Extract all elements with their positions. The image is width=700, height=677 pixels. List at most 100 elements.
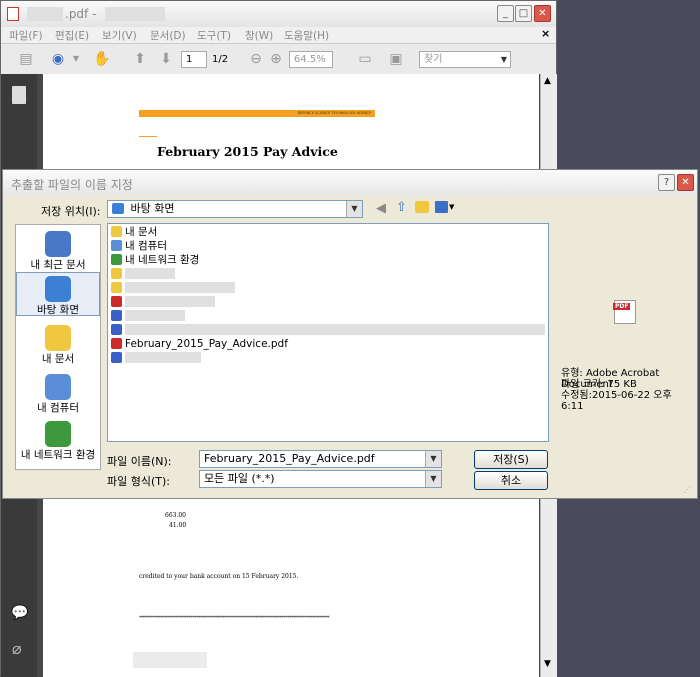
resize-grip-icon[interactable]: ⋰ (683, 485, 691, 494)
print-icon[interactable]: ▤ (17, 50, 35, 68)
amount-2: 41.00 (169, 522, 187, 529)
filename-dropdown-icon[interactable]: ▼ (425, 451, 441, 467)
zoom-out-icon[interactable]: ⊖ (247, 50, 265, 68)
zip-icon (111, 310, 122, 321)
preview-pdf-label: PDF (613, 303, 631, 310)
full-screen-icon[interactable]: ▣ (387, 50, 405, 68)
star-line: ****************************************… (139, 615, 330, 621)
view-menu-dropdown-icon[interactable]: ▼ (449, 203, 454, 211)
blurred-file-name (125, 310, 185, 321)
next-page-icon[interactable]: ⬇ (157, 50, 175, 68)
blurred-file-name (125, 268, 175, 279)
chevron-down-icon[interactable]: ▼ (67, 50, 85, 68)
filetype-label: 파일 형식(T): (107, 475, 170, 488)
filename-input[interactable]: February_2015_Pay_Advice.pdf ▼ (199, 450, 442, 468)
close-document-icon[interactable]: × (541, 27, 550, 40)
place-my-computer[interactable]: 내 컴퓨터 (16, 374, 100, 415)
list-item[interactable]: 내 문서 (111, 226, 157, 239)
place-desktop[interactable]: 바탕 화면 (16, 272, 100, 316)
place-recent[interactable]: 내 최근 문서 (16, 231, 100, 272)
page-total: 1/2 (212, 54, 229, 65)
scroll-up-icon[interactable]: ▲ (544, 76, 551, 86)
blurred-file-name (125, 296, 215, 307)
view-menu-icon[interactable] (435, 201, 448, 213)
menu-edit[interactable]: 편집(E) (55, 28, 89, 43)
previous-page-icon[interactable]: ⬆ (131, 50, 149, 68)
menu-bar: 파일(F) 편집(E) 보기(V) 문서(D) 도구(T) 창(W) 도움말(H… (1, 27, 556, 43)
file-name: February_2015_Pay_Advice.pdf (125, 338, 288, 350)
find-dropdown-icon[interactable]: ▼ (501, 52, 507, 67)
list-item[interactable] (111, 282, 235, 295)
scroll-down-icon[interactable]: ▼ (544, 659, 551, 669)
save-button[interactable]: 저장(S) (474, 450, 548, 469)
file-name: 내 네트워크 환경 (125, 254, 200, 266)
pages-icon[interactable] (12, 86, 26, 104)
menu-tools[interactable]: 도구(T) (197, 28, 231, 43)
folder-documents-icon (111, 226, 122, 237)
preview-pdf-icon: PDF (613, 300, 636, 324)
file-list: 내 문서 내 컴퓨터 내 네트워크 환경 February_2015_Pay_A… (107, 223, 549, 442)
list-item[interactable] (111, 268, 175, 281)
cancel-button[interactable]: 취소 (474, 471, 548, 490)
save-in-combo[interactable]: 바탕 화면 ▼ (107, 200, 363, 218)
preview-modified: 수정됨:2015-06-22 오후 6:11 (561, 390, 672, 412)
credited-text: credited to your bank account on 15 Febr… (139, 573, 299, 580)
file-name: 내 문서 (125, 226, 158, 238)
list-item[interactable]: February_2015_Pay_Advice.pdf (111, 338, 288, 351)
list-item[interactable] (111, 296, 215, 309)
help-button[interactable]: ? (658, 174, 675, 191)
zip-icon (111, 324, 122, 335)
blurred-footer (133, 652, 207, 668)
places-bar: 내 최근 문서 바탕 화면 내 문서 내 컴퓨터 내 네트워크 환경 (15, 224, 101, 470)
list-item[interactable]: 내 컴퓨터 (111, 240, 167, 253)
folder-icon (111, 282, 122, 293)
place-label: 내 문서 (41, 353, 75, 365)
list-item[interactable] (111, 352, 201, 365)
save-in-dropdown-icon[interactable]: ▼ (346, 201, 362, 217)
maximize-button[interactable]: □ (515, 5, 532, 22)
close-button[interactable]: ✕ (534, 5, 551, 22)
desktop-icon (45, 276, 71, 302)
menu-view[interactable]: 보기(V) (102, 28, 137, 43)
menu-file[interactable]: 파일(F) (9, 28, 43, 43)
page-banner: DEFENCE SCIENCE TECHNOLOGY AGENCY (139, 110, 375, 117)
dialog-title-bar: 추출할 파일의 이름 지정 ? ✕ (3, 170, 697, 196)
list-item[interactable] (111, 324, 545, 337)
filetype-dropdown-icon[interactable]: ▼ (425, 471, 441, 487)
filetype-select[interactable]: 모든 파일 (*.*) ▼ (199, 470, 442, 488)
minimize-button[interactable]: _ (497, 5, 514, 22)
comments-icon[interactable]: 💬 (11, 605, 28, 621)
preview-size: 파일 크기: 75 KB (561, 379, 637, 390)
new-folder-icon[interactable] (415, 201, 429, 213)
page-number-input[interactable]: 1 (181, 51, 207, 68)
window-title: .pdf - (65, 7, 97, 21)
zip-icon (111, 352, 122, 363)
dialog-close-button[interactable]: ✕ (677, 174, 694, 191)
filetype-value: 모든 파일 (*.*) (204, 472, 275, 485)
pdf-app-icon (7, 7, 19, 21)
zoom-in-icon[interactable]: ⊕ (267, 50, 285, 68)
save-as-dialog: 추출할 파일의 이름 지정 ? ✕ 저장 위치(I): 바탕 화면 ▼ ◀ ⇧ … (2, 169, 698, 499)
zoom-input[interactable]: 64.5% (289, 51, 333, 68)
fit-page-icon[interactable]: ▭ (356, 50, 374, 68)
find-box[interactable]: 찾기 ▼ (419, 51, 511, 68)
filename-value: February_2015_Pay_Advice.pdf (204, 452, 375, 465)
place-network[interactable]: 내 네트워크 환경 (10, 421, 106, 462)
place-my-documents[interactable]: 내 문서 (16, 325, 100, 366)
menu-help[interactable]: 도움말(H) (284, 28, 329, 43)
place-label: 내 최근 문서 (30, 259, 86, 271)
blurred-file-name (125, 352, 201, 363)
back-icon[interactable]: ◀ (376, 201, 386, 216)
hand-tool-icon[interactable]: ✋ (93, 50, 111, 68)
up-folder-icon[interactable]: ⇧ (396, 200, 407, 215)
dialog-title: 추출할 파일의 이름 지정 (11, 178, 133, 192)
list-item[interactable] (111, 310, 185, 323)
menu-document[interactable]: 문서(D) (150, 28, 186, 43)
toolbar: ▤ ◉ ▼ ✋ ⬆ ⬇ 1 1/2 ⊖ ⊕ 64.5% ▭ ▣ 찾기 ▼ (1, 43, 556, 75)
list-item[interactable]: 내 네트워크 환경 (111, 254, 199, 267)
attachments-icon[interactable]: ⌀ (12, 639, 22, 658)
place-label: 내 네트워크 환경 (20, 449, 96, 461)
extract-icon[interactable]: ◉ (49, 50, 67, 68)
menu-window[interactable]: 창(W) (245, 28, 273, 43)
orange-rule (139, 136, 157, 137)
